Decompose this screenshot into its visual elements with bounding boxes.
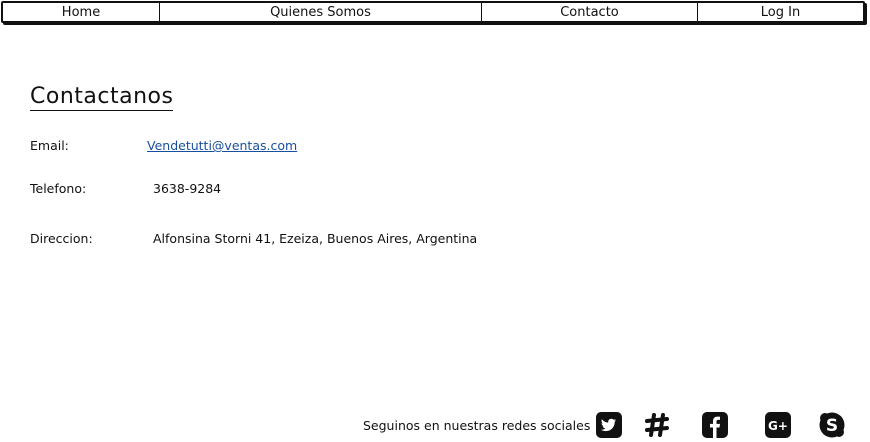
top-navigation: Home Quienes Somos Contacto Log In (1, 1, 865, 23)
email-link[interactable]: Vendetutti@ventas.com (147, 138, 297, 153)
slack-icon[interactable] (643, 411, 671, 439)
nav-home[interactable]: Home (3, 3, 160, 21)
google-plus-icon[interactable]: G+ (764, 411, 792, 439)
social-caption: Seguinos en nuestras redes sociales (363, 418, 591, 433)
phone-value: 3638-9284 (153, 181, 222, 196)
page-title: Contactanos (30, 84, 174, 111)
facebook-icon[interactable] (701, 411, 729, 439)
phone-label: Telefono: (30, 181, 87, 196)
nav-log-in[interactable]: Log In (698, 3, 863, 21)
nav-quienes-somos[interactable]: Quienes Somos (160, 3, 482, 21)
svg-text:S: S (826, 416, 838, 436)
address-value: Alfonsina Storni 41, Ezeiza, Buenos Aire… (153, 231, 478, 246)
email-label: Email: (30, 138, 69, 153)
nav-contacto[interactable]: Contacto (482, 3, 698, 21)
skype-icon[interactable]: S (818, 411, 846, 439)
twitter-icon[interactable] (595, 411, 623, 439)
svg-text:G+: G+ (768, 419, 788, 433)
address-label: Direccion: (30, 231, 93, 246)
